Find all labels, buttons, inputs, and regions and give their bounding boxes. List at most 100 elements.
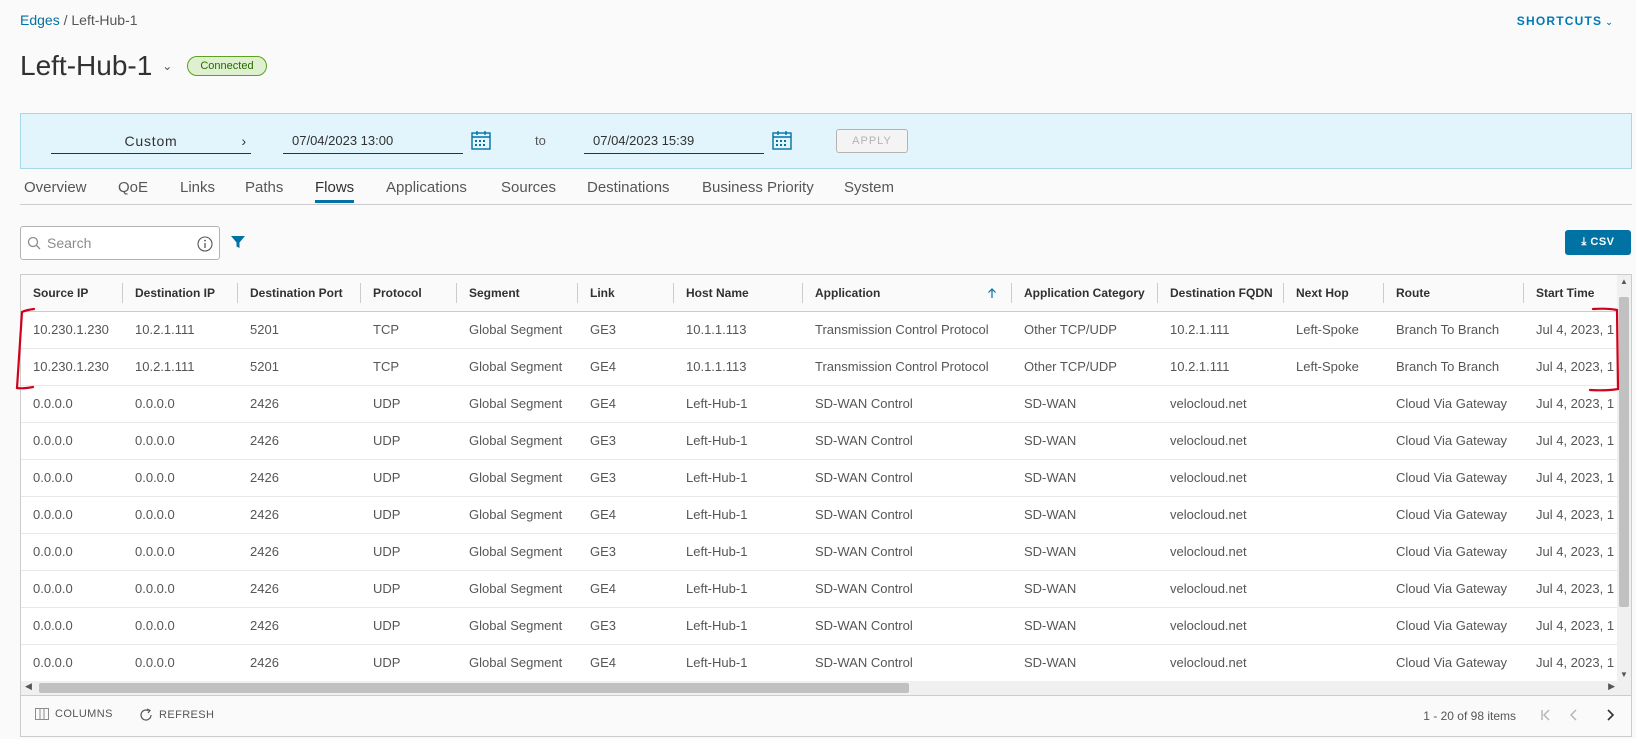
tab-business-priority[interactable]: Business Priority [702,179,814,203]
sort-ascending-icon[interactable] [986,287,998,299]
table-row[interactable]: 0.0.0.0 0.0.0.0 2426 UDP Global Segment GE3 Le… [21,422,1617,460]
column-header[interactable]: Application Category [1012,275,1158,312]
filter-icon[interactable] [230,234,246,250]
table-cell: 0.0.0.0 [123,422,238,460]
table-cell: 2426 [238,496,361,534]
scroll-thumb[interactable] [1619,297,1629,607]
table-cell: Left-Hub-1 [674,570,803,608]
table-row[interactable]: 0.0.0.0 0.0.0.0 2426 UDP Global Segment GE3 Le… [21,459,1617,497]
tab-applications[interactable]: Applications [386,179,467,203]
next-page-icon[interactable] [1601,706,1619,724]
table-cell: 0.0.0.0 [21,459,123,497]
table-cell: TCP [361,348,457,386]
table-cell: 0.0.0.0 [123,459,238,497]
table-cell: 10.2.1.111 [1158,348,1284,386]
table-row[interactable]: 0.0.0.0 0.0.0.0 2426 UDP Global Segment GE4 Le… [21,570,1617,608]
start-date-input[interactable]: 07/04/2023 13:00 [283,130,463,154]
end-date-input[interactable]: 07/04/2023 15:39 [584,130,764,154]
chevron-down-icon[interactable]: ⌄ [162,59,172,73]
tab-overview[interactable]: Overview [24,179,87,203]
table-cell [1284,459,1384,497]
table-cell: Transmission Control Protocol [803,348,1012,386]
refresh-button[interactable]: REFRESH [139,708,214,722]
apply-button[interactable]: APPLY [836,129,908,153]
table-cell: TCP [361,311,457,349]
columns-button[interactable]: COLUMNS [35,708,113,720]
time-range-value: Custom [124,133,178,149]
table-cell: 0.0.0.0 [21,607,123,645]
column-header-label: Next Hop [1296,285,1349,300]
column-header-label: Destination IP [135,285,216,300]
column-header[interactable]: Link [578,275,674,312]
table-cell: Jul 4, 2023, 1 [1524,459,1617,497]
scroll-up-icon[interactable]: ▲ [1620,277,1628,286]
column-header-label: Link [590,285,615,300]
column-header[interactable]: Host Name [674,275,803,312]
breadcrumb-edges-link[interactable]: Edges [20,12,60,28]
table-cell: Cloud Via Gateway [1384,607,1524,645]
table-cell: GE4 [578,385,674,423]
scroll-right-icon[interactable]: ▶ [1608,681,1615,692]
column-header[interactable]: Next Hop [1284,275,1384,312]
column-header[interactable]: Route [1384,275,1524,312]
table-row[interactable]: 0.0.0.0 0.0.0.0 2426 UDP Global Segment GE4 Le… [21,385,1617,423]
tab-links[interactable]: Links [180,179,215,203]
first-page-icon[interactable] [1537,706,1555,724]
table-row[interactable]: 10.230.1.230 10.2.1.111 5201 TCP Global Segm… [21,348,1617,386]
column-header[interactable]: Destination IP [123,275,238,312]
table-cell: Global Segment [457,422,578,460]
shortcuts-menu[interactable]: SHORTCUTS ⌄ [1517,14,1614,28]
table-cell: Left-Hub-1 [674,644,803,681]
tab-sources[interactable]: Sources [501,179,556,203]
table-row[interactable]: 0.0.0.0 0.0.0.0 2426 UDP Global Segment GE3 Le… [21,533,1617,571]
table-cell: UDP [361,644,457,681]
table-cell: 2426 [238,644,361,681]
calendar-icon[interactable] [470,129,492,151]
tab-system[interactable]: System [844,179,894,203]
table-cell: Branch To Branch [1384,348,1524,386]
horizontal-scrollbar[interactable]: ◀ ▶ [21,681,1631,695]
column-header[interactable]: Protocol [361,275,457,312]
search-input[interactable] [45,233,185,253]
table-row[interactable]: 10.230.1.230 10.2.1.111 5201 TCP Global Segm… [21,311,1617,349]
column-header[interactable]: Application [803,275,1012,312]
table-cell: 0.0.0.0 [123,607,238,645]
table-cell: Left-Hub-1 [674,422,803,460]
calendar-icon[interactable] [771,129,793,151]
tab-qoe[interactable]: QoE [118,179,148,203]
table-cell: Cloud Via Gateway [1384,422,1524,460]
table-cell [1284,607,1384,645]
table-cell: velocloud.net [1158,570,1284,608]
scroll-left-icon[interactable]: ◀ [25,681,32,692]
tab-destinations[interactable]: Destinations [587,179,670,203]
csv-export-button[interactable]: ⤓ CSV [1565,230,1631,255]
table-cell: SD-WAN [1012,533,1158,571]
table-cell: SD-WAN [1012,496,1158,534]
column-header[interactable]: Start Time [1524,275,1617,312]
table-cell: 5201 [238,348,361,386]
table-row[interactable]: 0.0.0.0 0.0.0.0 2426 UDP Global Segment GE3 Le… [21,607,1617,645]
table-row[interactable]: 0.0.0.0 0.0.0.0 2426 UDP Global Segment GE4 Le… [21,644,1617,681]
column-header[interactable]: Destination FQDN [1158,275,1284,312]
previous-page-icon[interactable] [1565,706,1583,724]
date-range-bar: Custom › 07/04/2023 13:00 to 07/04/2023 … [20,113,1632,169]
table-cell: GE3 [578,422,674,460]
column-header[interactable]: Destination Port [238,275,361,312]
column-header[interactable]: Segment [457,275,578,312]
time-range-select[interactable]: Custom › [51,130,251,154]
table-cell: 0.0.0.0 [123,570,238,608]
scroll-thumb[interactable] [39,683,909,693]
scroll-down-icon[interactable]: ▼ [1620,670,1628,679]
info-icon[interactable] [197,236,213,252]
table-cell: GE4 [578,496,674,534]
vertical-scrollbar[interactable]: ▲ ▼ [1617,275,1631,681]
table-cell: 10.2.1.111 [1158,311,1284,349]
column-header[interactable]: Source IP [21,275,123,312]
columns-label: COLUMNS [55,708,113,720]
tab-paths[interactable]: Paths [245,179,283,203]
table-row[interactable]: 0.0.0.0 0.0.0.0 2426 UDP Global Segment GE4 Le… [21,496,1617,534]
table-cell: Left-Hub-1 [674,496,803,534]
tab-flows[interactable]: Flows [315,179,355,203]
table-cell: 10.1.1.113 [674,348,803,386]
table-cell [1284,422,1384,460]
